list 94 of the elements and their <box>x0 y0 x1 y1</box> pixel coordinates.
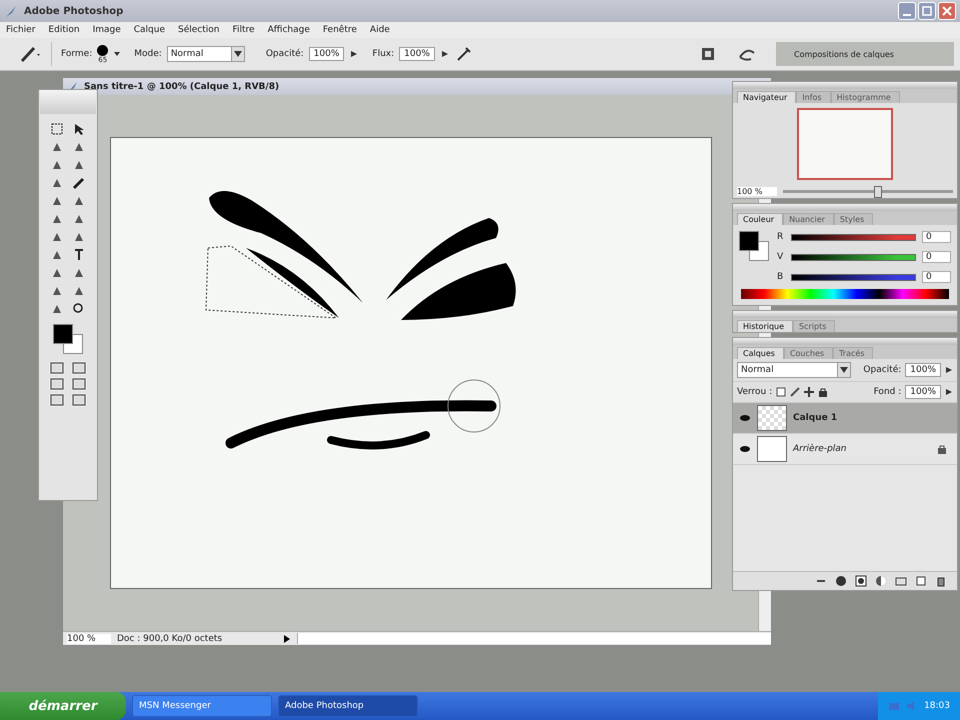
document-title: Sans titre-1 @ 100% (Calque 1, RVB/8) <box>84 82 280 92</box>
channel-slider[interactable] <box>791 254 916 260</box>
new-layer-icon[interactable] <box>915 575 927 587</box>
caret-icon <box>234 51 242 57</box>
caret-icon[interactable] <box>945 386 953 398</box>
palette-tab[interactable]: Couches <box>784 347 834 359</box>
window-title: Adobe Photoshop <box>24 6 124 16</box>
maximize-icon <box>922 6 932 16</box>
menu-item[interactable]: Image <box>92 25 121 35</box>
palette-tab[interactable]: Calques <box>737 347 784 359</box>
caret-icon[interactable] <box>113 50 122 58</box>
brush-tool-icon[interactable] <box>72 176 86 190</box>
blend-mode-dropdown[interactable]: Normal <box>737 362 851 378</box>
menu-item[interactable]: Affichage <box>268 25 310 35</box>
canvas[interactable] <box>110 137 712 589</box>
color-swatches[interactable] <box>53 324 83 354</box>
palette-tab[interactable]: Infos <box>796 91 831 103</box>
taskbar-button[interactable]: Adobe Photoshop <box>278 695 418 717</box>
layer-row[interactable]: Calque 1 <box>733 403 957 434</box>
zoom-slider-thumb[interactable] <box>874 186 882 198</box>
minimize-icon <box>903 14 911 16</box>
color-spectrum[interactable] <box>741 289 949 299</box>
lock-transparency-icon[interactable] <box>776 387 786 397</box>
lock-label: Verrou : <box>737 387 772 397</box>
caret-icon[interactable] <box>945 364 953 376</box>
folder-icon[interactable] <box>895 575 907 587</box>
adjustment-layer-icon[interactable] <box>875 575 887 587</box>
channel-label: B <box>777 272 784 282</box>
menu-item[interactable]: Filtre <box>232 25 255 35</box>
opacity-label: Opacité: <box>863 365 902 375</box>
color-swatches[interactable] <box>739 231 769 261</box>
navigator-preview[interactable] <box>797 108 893 180</box>
zoom-field[interactable]: 100 % <box>67 634 111 644</box>
palette-tab[interactable]: Historique <box>737 320 794 332</box>
flow-field[interactable]: 100% <box>399 47 435 61</box>
menu-item[interactable]: Calque <box>134 25 166 35</box>
palette-tab[interactable]: Histogramme <box>830 91 900 103</box>
document-status: Doc : 900,0 Ko/0 octets <box>117 634 224 644</box>
channel-value-field[interactable]: 0 <box>922 231 951 243</box>
start-button[interactable]: démarrer <box>0 692 126 720</box>
palette-tab[interactable]: Couleur <box>737 213 784 225</box>
palette-tab[interactable]: Nuancier <box>783 213 834 225</box>
palette-tab[interactable]: Scripts <box>793 320 836 332</box>
caret-icon[interactable] <box>283 634 291 644</box>
maximize-button[interactable] <box>918 2 936 20</box>
close-icon <box>942 6 952 16</box>
eye-icon[interactable] <box>739 413 751 423</box>
zoom-field[interactable]: 100 % <box>737 187 777 196</box>
palette-tab[interactable]: Tracés <box>833 347 874 359</box>
taskbar-button[interactable]: MSN Messenger <box>132 695 272 717</box>
mode-label: Mode: <box>134 49 162 59</box>
channel-label: V <box>777 252 784 262</box>
opacity-label: Opacité: <box>266 49 304 59</box>
caret-icon <box>840 367 848 373</box>
trash-icon[interactable] <box>935 575 947 587</box>
palette-tab[interactable]: Styles <box>834 213 874 225</box>
brush-icon[interactable] <box>18 44 42 64</box>
opacity-field[interactable]: 100% <box>905 363 941 377</box>
clock: 18:03 <box>924 701 950 711</box>
airbrush-icon[interactable] <box>454 45 473 63</box>
shape-label: Forme: <box>61 49 92 59</box>
marquee-tool-icon[interactable] <box>50 122 64 136</box>
brush-cursor-icon <box>447 380 500 432</box>
minimize-button[interactable] <box>898 2 916 20</box>
fill-field[interactable]: 100% <box>905 385 941 399</box>
menu-item[interactable]: Sélection <box>178 25 220 35</box>
fill-label: Fond : <box>874 387 902 397</box>
opacity-field[interactable]: 100% <box>308 47 344 61</box>
menu-item[interactable]: Aide <box>370 25 390 35</box>
menu-item[interactable]: Fenêtre <box>322 25 357 35</box>
layer-row[interactable]: Arrière-plan <box>733 434 957 465</box>
type-tool-icon[interactable] <box>72 248 86 262</box>
palette-tab[interactable]: Navigateur <box>737 91 796 103</box>
move-tool-icon[interactable] <box>72 122 86 136</box>
feather-icon <box>4 4 18 18</box>
mode-dropdown[interactable]: Normal <box>166 46 245 62</box>
horizontal-scrollbar[interactable] <box>297 633 771 644</box>
channel-slider[interactable] <box>791 234 916 240</box>
file-browser-icon[interactable] <box>700 46 716 62</box>
palette-well-tab[interactable]: Compositions de calques <box>776 42 954 66</box>
menu-item[interactable]: Edition <box>48 25 80 35</box>
eye-icon[interactable] <box>739 444 751 454</box>
brush-icon[interactable] <box>790 387 800 397</box>
lock-icon[interactable] <box>818 387 828 397</box>
channel-label: R <box>777 232 784 242</box>
layer-style-icon[interactable] <box>835 575 847 587</box>
channel-value-field[interactable]: 0 <box>922 271 951 283</box>
layer-mask-icon[interactable] <box>855 575 867 587</box>
close-button[interactable] <box>938 2 956 20</box>
move-icon[interactable] <box>804 387 814 397</box>
flow-label: Flux: <box>372 49 394 59</box>
channel-value-field[interactable]: 0 <box>922 251 951 263</box>
channel-slider[interactable] <box>791 274 916 280</box>
menu-item[interactable]: Fichier <box>6 25 36 35</box>
